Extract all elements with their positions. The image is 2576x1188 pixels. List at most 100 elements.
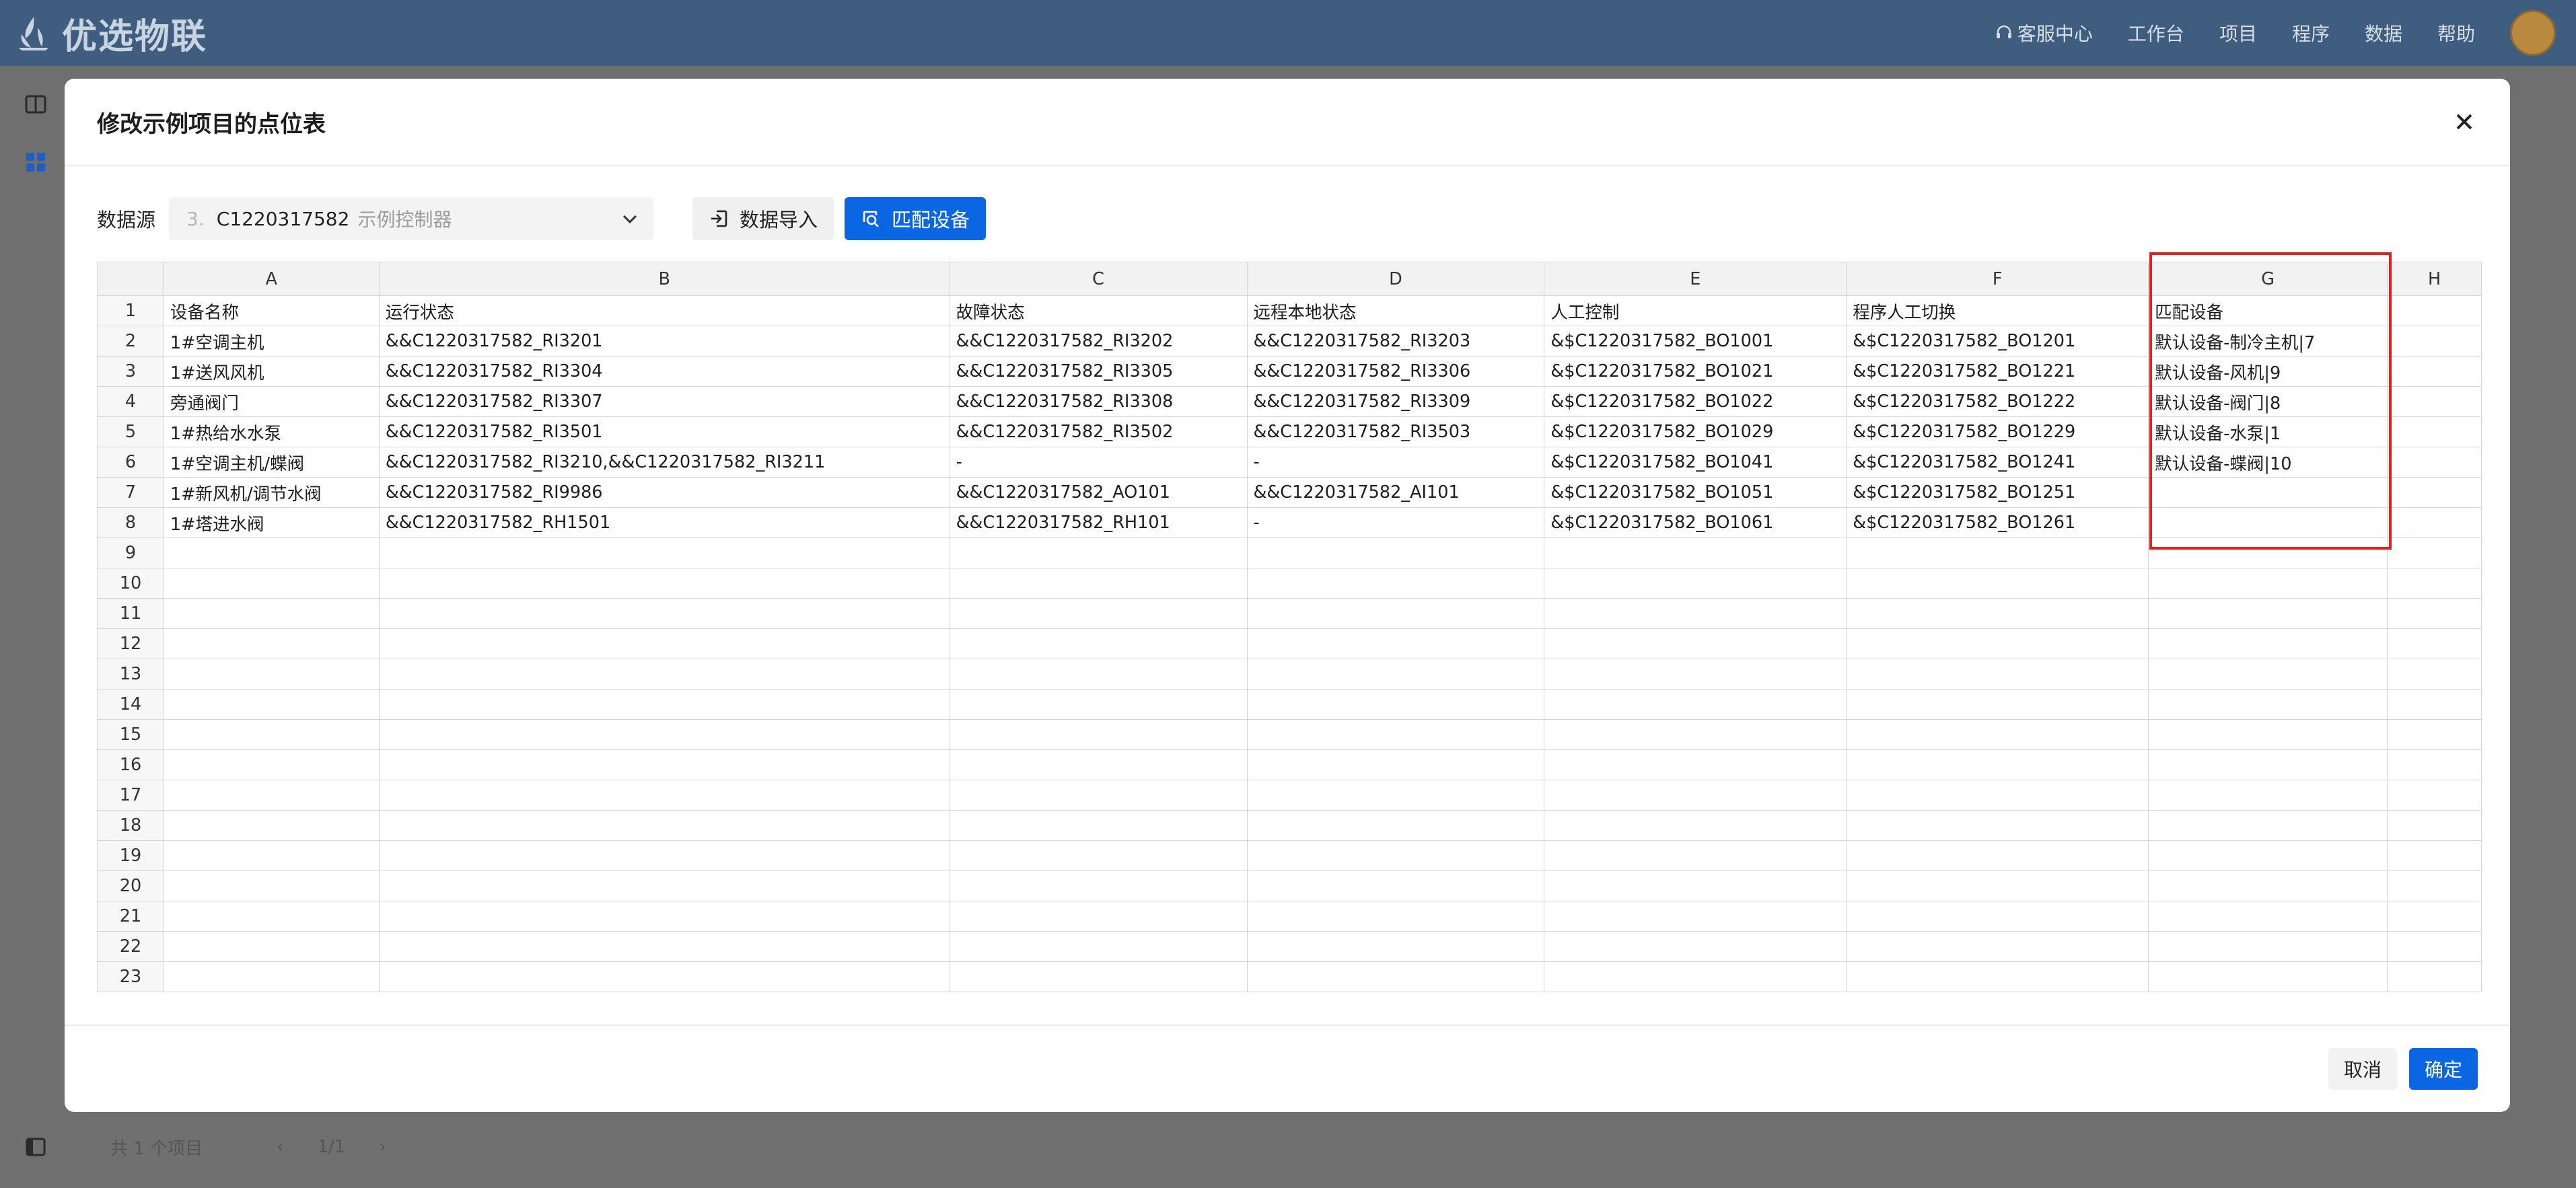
table-cell[interactable] [1846,537,2149,568]
table-cell[interactable] [378,628,950,659]
row-number[interactable]: 12 [97,628,164,659]
table-cell[interactable]: 旁通阀门 [163,386,380,417]
table-cell[interactable] [1246,810,1545,841]
column-header[interactable]: C [949,262,1248,296]
table-cell[interactable] [1544,689,1847,720]
table-cell[interactable] [2387,568,2482,599]
table-cell[interactable] [1246,870,1545,901]
table-cell[interactable] [1544,780,1847,811]
row-number[interactable]: 20 [97,870,164,901]
table-cell[interactable] [2387,931,2482,962]
table-cell[interactable] [2387,719,2482,750]
table-cell[interactable]: &&C1220317582_RI3309 [1246,386,1545,417]
table-cell[interactable] [1246,931,1545,962]
table-cell[interactable]: 1#新风机/调节水阀 [163,477,380,508]
import-data-button[interactable]: 数据导入 [692,197,834,240]
table-cell[interactable] [378,961,950,992]
table-cell[interactable] [2148,719,2388,750]
table-cell[interactable] [2387,416,2482,447]
table-cell[interactable] [2387,628,2482,659]
table-cell[interactable] [1846,719,2149,750]
table-cell[interactable]: &&C1220317582_RI3501 [378,416,950,447]
table-cell[interactable] [1846,931,2149,962]
row-number[interactable]: 14 [97,689,164,720]
table-cell[interactable] [163,961,380,992]
table-cell[interactable] [163,931,380,962]
table-cell[interactable]: &$C1220317582_BO1051 [1544,477,1847,508]
pager-next-icon[interactable]: › [379,1137,386,1157]
table-cell[interactable] [2387,326,2482,357]
table-cell[interactable] [2148,598,2388,629]
table-cell[interactable]: &&C1220317582_RI3305 [949,356,1248,387]
table-cell[interactable] [1846,961,2149,992]
table-cell[interactable] [163,840,380,871]
table-cell[interactable]: &&C1220317582_RH1501 [378,507,950,538]
table-cell[interactable] [1846,749,2149,780]
table-cell[interactable] [2148,870,2388,901]
table-cell[interactable] [949,749,1248,780]
row-number[interactable]: 19 [97,840,164,871]
table-cell[interactable]: - [1246,507,1545,538]
table-cell[interactable] [1846,870,2149,901]
row-number[interactable]: 21 [97,901,164,932]
spreadsheet[interactable]: ABCDEFGH 1 设备名称 运行状态 故障状态 远程本地状态 人工控制 程序人工切换 匹配… [97,262,2482,994]
table-cell[interactable]: &$C1220317582_BO1261 [1846,507,2149,538]
table-cell[interactable]: 运行状态 [378,295,950,326]
table-cell[interactable] [949,719,1248,750]
table-cell[interactable] [949,870,1248,901]
table-cell[interactable]: 默认设备-阀门|8 [2148,386,2388,417]
table-cell[interactable] [378,931,950,962]
row-number[interactable]: 6 [97,447,164,478]
table-cell[interactable] [1544,810,1847,841]
nav-projects[interactable]: 项目 [2219,20,2257,46]
table-cell[interactable] [163,810,380,841]
table-cell[interactable] [1846,840,2149,871]
table-cell[interactable]: 1#空调主机 [163,326,380,357]
table-cell[interactable] [2148,840,2388,871]
corner-cell[interactable] [97,262,164,296]
table-cell[interactable] [2387,901,2482,932]
table-cell[interactable] [949,961,1248,992]
table-cell[interactable] [1246,537,1545,568]
table-cell[interactable] [2387,961,2482,992]
table-cell[interactable] [2387,749,2482,780]
table-cell[interactable] [378,719,950,750]
table-cell[interactable]: &&C1220317582_RI9986 [378,477,950,508]
table-cell[interactable] [2387,689,2482,720]
table-cell[interactable] [2387,537,2482,568]
table-cell[interactable]: 程序人工切换 [1846,295,2149,326]
column-header[interactable]: D [1246,262,1545,296]
table-cell[interactable] [2148,689,2388,720]
table-cell[interactable]: &&C1220317582_RI3503 [1246,416,1545,447]
table-cell[interactable] [1544,749,1847,780]
table-cell[interactable] [1846,598,2149,629]
table-cell[interactable] [949,901,1248,932]
table-cell[interactable] [163,870,380,901]
table-cell[interactable] [1846,901,2149,932]
table-cell[interactable] [1544,598,1847,629]
table-cell[interactable] [949,598,1248,629]
nav-support[interactable]: 客服中心 [1995,20,2093,46]
table-cell[interactable] [2387,598,2482,629]
table-cell[interactable]: - [949,447,1248,478]
column-header[interactable]: H [2387,262,2482,296]
row-number[interactable]: 23 [97,961,164,992]
table-cell[interactable] [378,689,950,720]
table-cell[interactable]: &$C1220317582_BO1021 [1544,356,1847,387]
table-cell[interactable] [1246,901,1545,932]
table-cell[interactable] [1246,719,1545,750]
table-cell[interactable] [949,537,1248,568]
table-cell[interactable]: &$C1220317582_BO1229 [1846,416,2149,447]
table-cell[interactable] [378,780,950,811]
table-cell[interactable]: &&C1220317582_RI3307 [378,386,950,417]
table-cell[interactable] [163,537,380,568]
table-cell[interactable]: 远程本地状态 [1246,295,1545,326]
table-cell[interactable]: &&C1220317582_RI3502 [949,416,1248,447]
table-cell[interactable] [378,568,950,599]
table-cell[interactable] [949,628,1248,659]
table-cell[interactable] [949,931,1248,962]
table-cell[interactable] [2387,810,2482,841]
table-cell[interactable]: &&C1220317582_RI3304 [378,356,950,387]
table-cell[interactable] [1846,689,2149,720]
table-cell[interactable] [1246,961,1545,992]
